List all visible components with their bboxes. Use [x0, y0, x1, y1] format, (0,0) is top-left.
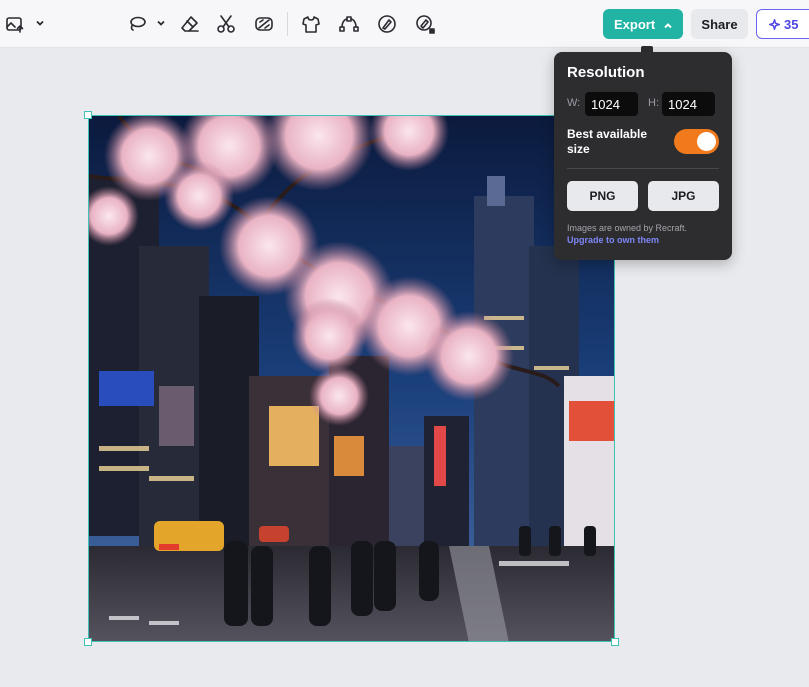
background-remove-icon[interactable]: [252, 12, 276, 36]
png-button[interactable]: PNG: [567, 181, 638, 211]
image-upload-icon[interactable]: [3, 12, 27, 36]
resize-handle-top-left[interactable]: [84, 111, 92, 119]
share-button[interactable]: Share: [691, 9, 748, 39]
best-size-label: Best available size: [567, 127, 648, 156]
brush-edit-icon[interactable]: [375, 12, 399, 36]
tshirt-mockup-icon[interactable]: [299, 12, 323, 36]
divider: [567, 168, 719, 169]
export-popover: Resolution W: 1024 H: 1024 Best availabl…: [554, 52, 732, 260]
jpg-button[interactable]: JPG: [648, 181, 719, 211]
magic-lock-icon[interactable]: [413, 12, 437, 36]
chevron-down-icon[interactable]: [33, 16, 47, 30]
resize-handle-bottom-right[interactable]: [611, 638, 619, 646]
lasso-icon[interactable]: [125, 12, 149, 36]
city-cherry-blossom-image: [89, 116, 614, 641]
toolbar-divider: [287, 12, 288, 36]
resolution-title: Resolution: [567, 64, 645, 81]
sparkle-icon: [769, 18, 780, 30]
chevron-up-icon: [663, 19, 673, 29]
chevron-down-icon[interactable]: [154, 16, 168, 30]
upgrade-link[interactable]: Upgrade to own them: [567, 235, 659, 245]
export-button-label: Export: [614, 16, 656, 32]
credits-button[interactable]: 35: [756, 9, 809, 39]
height-label: H:: [648, 97, 659, 109]
width-label: W:: [567, 97, 581, 109]
best-size-toggle[interactable]: [674, 129, 719, 154]
vectorize-icon[interactable]: [337, 12, 361, 36]
toggle-knob: [697, 132, 716, 151]
generated-image[interactable]: [88, 115, 615, 642]
scissors-icon[interactable]: [214, 12, 238, 36]
export-button[interactable]: Export: [603, 9, 683, 39]
height-input[interactable]: 1024: [662, 92, 715, 116]
width-input[interactable]: 1024: [585, 92, 638, 116]
top-toolbar: Export Share 35: [0, 0, 809, 48]
credits-count: 35: [784, 16, 799, 32]
ownership-note: Images are owned by Recraft.: [567, 223, 688, 233]
eraser-icon[interactable]: [178, 12, 202, 36]
resize-handle-bottom-left[interactable]: [84, 638, 92, 646]
